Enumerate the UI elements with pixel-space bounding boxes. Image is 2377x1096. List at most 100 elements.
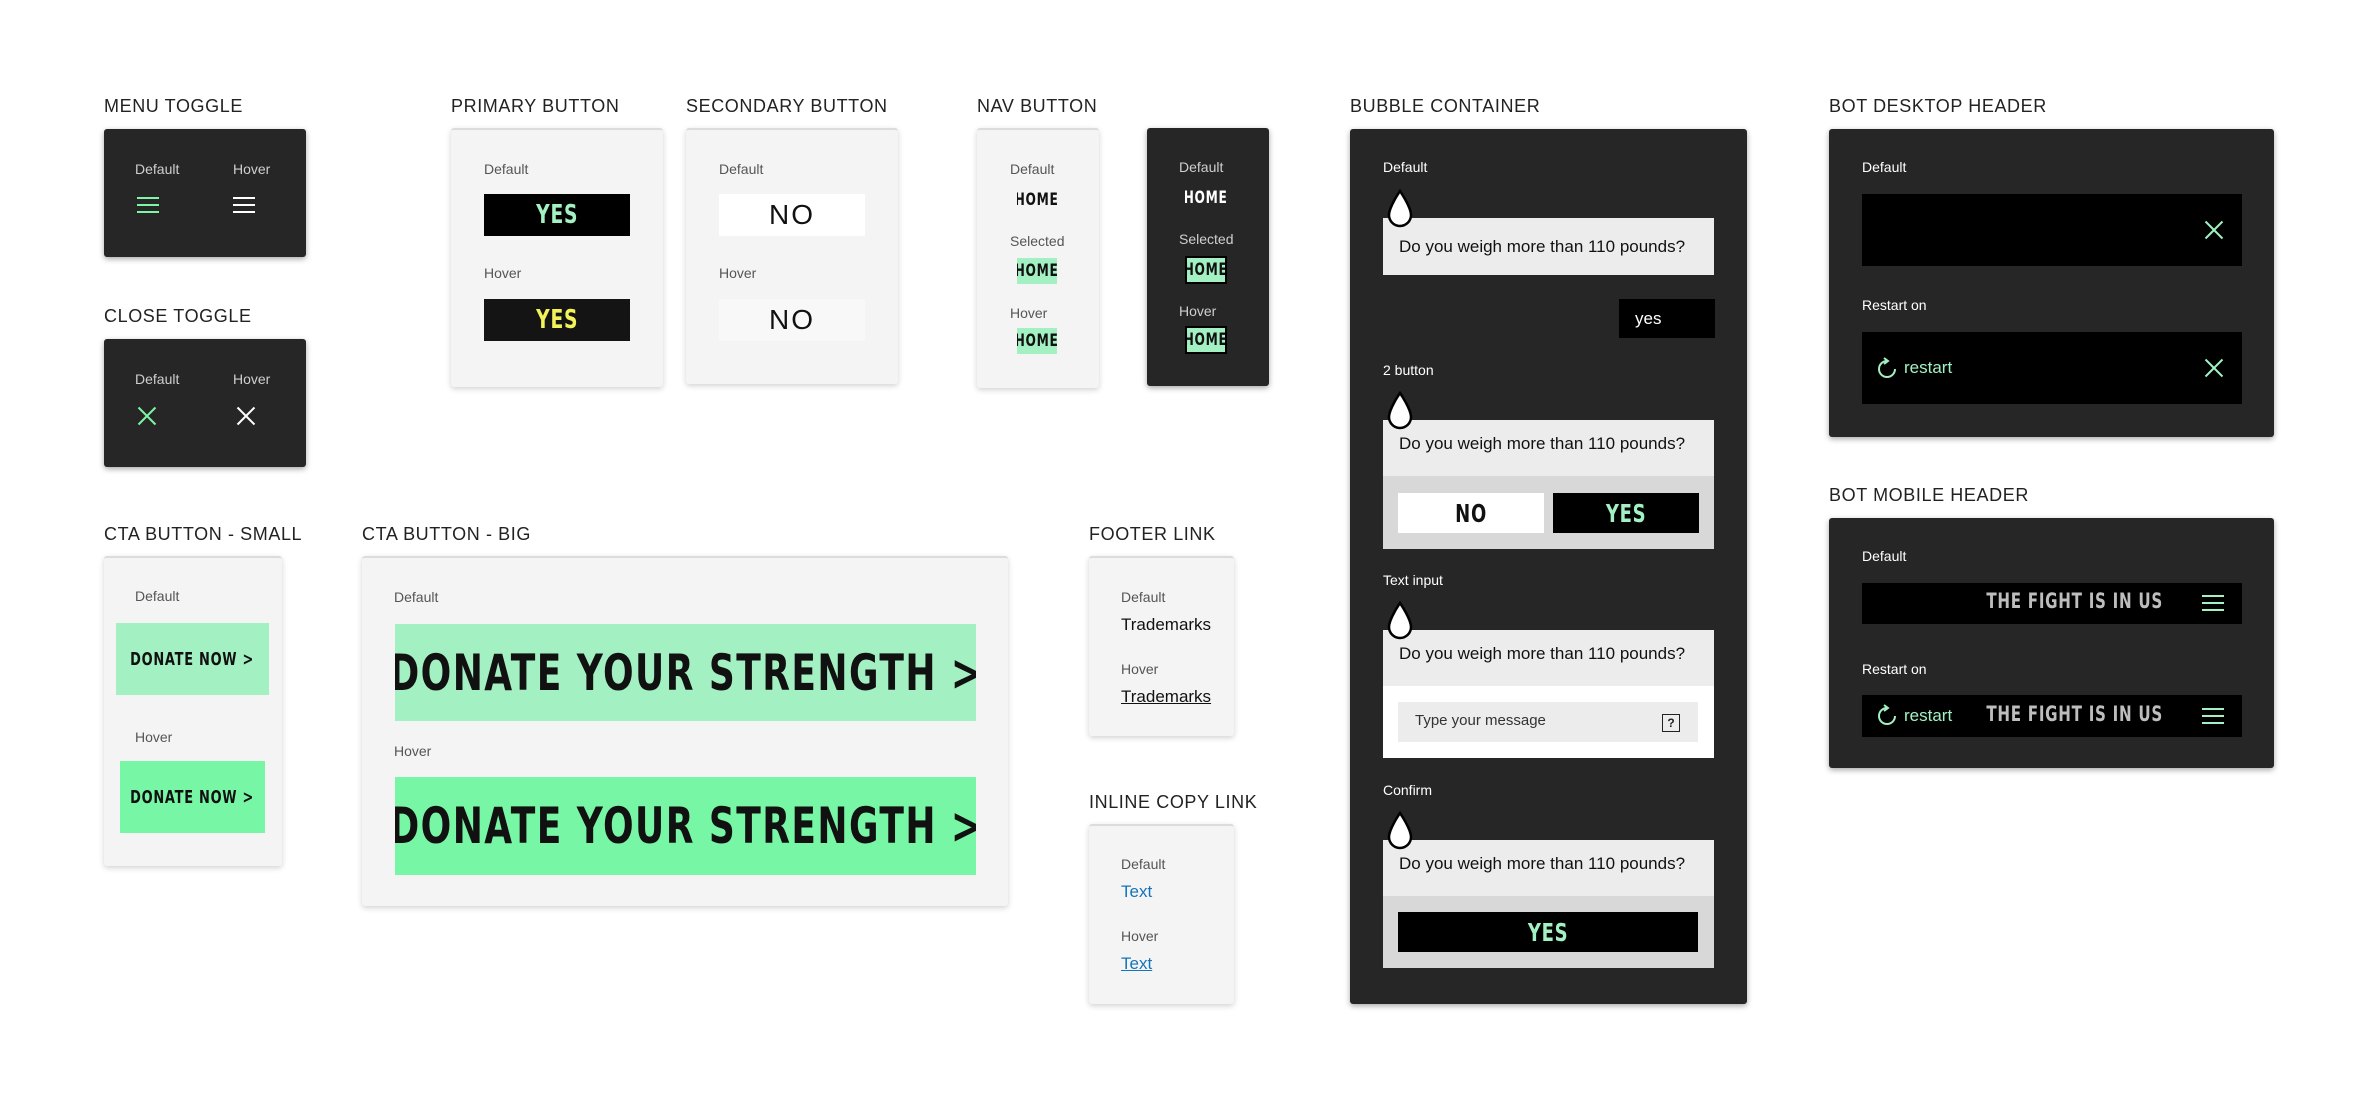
secondary-no-hover-button[interactable]: NO	[719, 299, 865, 341]
bubble-text-input-panel: Do you weigh more than 110 pounds? Type …	[1383, 630, 1714, 758]
primary-hover-label: Hover	[484, 265, 522, 281]
donate-strength-text: DONATE YOUR STRENGTH >	[395, 643, 976, 702]
hamburger-icon[interactable]	[137, 196, 159, 214]
bubble-confirm-panel: Do you weigh more than 110 pounds? YES	[1383, 840, 1714, 968]
bubble-question-text: Do you weigh more than 110 pounds?	[1399, 854, 1686, 873]
help-icon[interactable]: ?	[1662, 714, 1680, 732]
close-toggle-title: CLOSE TOGGLE	[104, 306, 252, 326]
cta-big-title: CTA BUTTON - BIG	[362, 524, 531, 544]
nav-dark-home-selected-button[interactable]: HOME	[1185, 256, 1227, 284]
donate-strength-hover-button[interactable]: DONATE YOUR STRENGTH >	[395, 777, 976, 875]
yes-button[interactable]: YES	[1553, 493, 1699, 533]
nav-light-hover-label: Hover	[1010, 305, 1048, 321]
bubble-question: Do you weigh more than 110 pounds?	[1383, 218, 1714, 275]
bubble-container-title: BUBBLE CONTAINER	[1350, 96, 1541, 116]
bubble-confirm-label: Confirm	[1383, 782, 1433, 798]
nav-dark-home-hover-text: HOME	[1185, 330, 1227, 350]
bubble-text-input-label: Text input	[1383, 572, 1443, 588]
primary-default-label: Default	[484, 161, 529, 177]
mobile-brand-text: THE FIGHT IS IN US	[1986, 589, 2163, 613]
primary-yes-hover-text: YES	[535, 305, 578, 335]
message-input-placeholder: Type your message	[1415, 712, 1546, 729]
restart-link[interactable]: restart	[1904, 358, 1952, 378]
bot-desktop-header-card: Default Restart on restart	[1829, 129, 2274, 437]
close-toggle-card: Default Hover	[104, 339, 306, 467]
close-icon[interactable]	[2204, 358, 2224, 378]
bubble-question: Do you weigh more than 110 pounds?	[1383, 630, 1714, 686]
nav-dark-home-button[interactable]: HOME	[1185, 185, 1227, 211]
nav-home-hover-text: HOME	[1017, 331, 1057, 351]
primary-yes-hover-button[interactable]: YES	[484, 299, 630, 341]
close-toggle-hover-label: Hover	[233, 371, 271, 387]
hamburger-icon[interactable]	[233, 196, 255, 214]
donate-now-button[interactable]: DONATE NOW >	[116, 623, 269, 695]
bubble-question-text: Do you weigh more than 110 pounds?	[1399, 237, 1686, 256]
nav-button-title: NAV BUTTON	[977, 96, 1098, 116]
inline-copy-link-title: INLINE COPY LINK	[1089, 792, 1258, 812]
footer-link-card: Default Trademarks Hover Trademarks	[1089, 556, 1234, 736]
trademarks-link[interactable]: Trademarks	[1121, 615, 1211, 635]
secondary-no-button[interactable]: NO	[719, 194, 865, 236]
message-input[interactable]: Type your message ?	[1398, 702, 1698, 742]
hamburger-icon[interactable]	[2202, 594, 2224, 612]
menu-toggle-default-label: Default	[135, 161, 180, 177]
donate-now-hover-button[interactable]: DONATE NOW >	[120, 761, 265, 833]
bot-desktop-header-title: BOT DESKTOP HEADER	[1829, 96, 2047, 116]
bubble-question: Do you weigh more than 110 pounds?	[1383, 840, 1714, 896]
bubble-question-text: Do you weigh more than 110 pounds?	[1399, 434, 1686, 453]
hamburger-icon[interactable]	[2202, 707, 2224, 725]
nav-home-button[interactable]: HOME	[1017, 187, 1057, 213]
secondary-button-card: Default NO Hover NO	[686, 128, 898, 384]
nav-light-default-label: Default	[1010, 161, 1055, 177]
bubble-container-card: Default Do you weigh more than 110 pound…	[1350, 129, 1747, 1004]
mobile-brand: THE FIGHT IS IN US	[1952, 702, 2162, 726]
close-icon[interactable]	[236, 406, 256, 426]
nav-home-selected-button[interactable]: HOME	[1017, 258, 1057, 284]
inline-copy-link-card: Default Text Hover Text	[1089, 824, 1234, 1004]
desktop-default-label: Default	[1862, 159, 1907, 175]
mobile-default-label: Default	[1862, 548, 1907, 564]
donate-now-text: DONATE NOW >	[130, 648, 255, 670]
secondary-no-text: NO	[769, 199, 815, 230]
footer-hover-label: Hover	[1121, 661, 1159, 677]
donate-strength-button[interactable]: DONATE YOUR STRENGTH >	[395, 624, 976, 721]
primary-button-title: PRIMARY BUTTON	[451, 96, 620, 116]
cta-small-card: Default DONATE NOW > Hover DONATE NOW >	[104, 556, 282, 866]
close-icon[interactable]	[2204, 220, 2224, 240]
nav-home-text: HOME	[1017, 190, 1057, 210]
nav-dark-home-selected-text: HOME	[1185, 260, 1227, 280]
restart-icon[interactable]	[1875, 357, 1899, 381]
nav-home-hover-button[interactable]: HOME	[1017, 328, 1057, 354]
mobile-brand: THE FIGHT IS IN US	[1952, 589, 2162, 613]
nav-light-selected-label: Selected	[1010, 233, 1065, 249]
mobile-brand-text: THE FIGHT IS IN US	[1986, 702, 2163, 726]
desktop-header-restart: restart	[1862, 332, 2242, 404]
confirm-yes-button[interactable]: YES	[1398, 912, 1698, 952]
inline-text-link[interactable]: Text	[1121, 882, 1152, 902]
donate-now-hover-text: DONATE NOW >	[130, 786, 255, 808]
yes-button-text: YES	[1605, 498, 1647, 528]
secondary-hover-label: Hover	[719, 265, 757, 281]
no-button[interactable]: NO	[1398, 493, 1544, 533]
mobile-restart-on-label: Restart on	[1862, 661, 1927, 677]
restart-link[interactable]: restart	[1904, 706, 1952, 726]
bubble-question: Do you weigh more than 110 pounds?	[1383, 420, 1714, 476]
drop-icon	[1387, 811, 1413, 850]
nav-dark-selected-label: Selected	[1179, 231, 1234, 247]
bubble-reply-text: yes	[1635, 309, 1662, 328]
menu-toggle-card: Default Hover	[104, 129, 306, 257]
restart-icon[interactable]	[1875, 704, 1899, 728]
trademarks-link-hover[interactable]: Trademarks	[1121, 687, 1211, 707]
nav-dark-home-hover-button[interactable]: HOME	[1185, 326, 1227, 354]
bot-mobile-header-title: BOT MOBILE HEADER	[1829, 485, 2029, 505]
confirm-yes-text: YES	[1527, 917, 1569, 947]
cta-big-default-label: Default	[394, 589, 439, 605]
inline-text-link-hover[interactable]: Text	[1121, 954, 1152, 974]
bubble-two-button-panel: Do you weigh more than 110 pounds? NO YE…	[1383, 420, 1714, 549]
cta-small-title: CTA BUTTON - SMALL	[104, 524, 303, 544]
drop-icon	[1387, 601, 1413, 640]
close-icon[interactable]	[137, 406, 157, 426]
bubble-question-text: Do you weigh more than 110 pounds?	[1399, 644, 1686, 663]
primary-yes-button[interactable]: YES	[484, 194, 630, 236]
mobile-header-restart: restart THE FIGHT IS IN US	[1862, 695, 2242, 737]
